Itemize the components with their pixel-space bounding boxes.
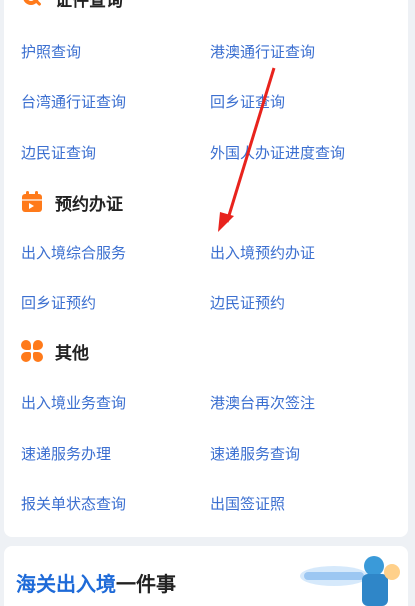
section-title-appointment: 预约办证 (55, 194, 123, 215)
other-customs-declaration-link[interactable]: 报关单状态查询 (21, 493, 126, 514)
search-icon (21, 0, 43, 9)
banner-illustration (300, 556, 400, 606)
appointment-home-return-link[interactable]: 回乡证预约 (21, 292, 96, 313)
query-passport-link[interactable]: 护照查询 (21, 41, 81, 62)
other-business-query-link[interactable]: 出入境业务查询 (21, 392, 126, 413)
section-title-query: 证件查询 (55, 0, 123, 11)
other-re-endorsement-link[interactable]: 港澳台再次签注 (210, 392, 315, 413)
appointment-border-resident-link[interactable]: 边民证预约 (210, 292, 285, 313)
appointment-entry-exit-services-link[interactable]: 出入境综合服务 (21, 242, 126, 263)
query-taiwan-permit-link[interactable]: 台湾通行证查询 (21, 91, 126, 112)
section-header-other: 其他 (21, 337, 89, 365)
apps-grid-icon (21, 340, 43, 362)
query-home-return-permit-link[interactable]: 回乡证查询 (210, 91, 285, 112)
banner-title-highlight: 海关出入境 (16, 572, 116, 596)
other-express-query-link[interactable]: 速递服务查询 (210, 443, 300, 464)
calendar-icon (21, 191, 43, 213)
query-border-resident-link[interactable]: 边民证查询 (21, 142, 96, 163)
banner-title: 海关出入境一件事 (16, 568, 176, 597)
other-visa-photo-link[interactable]: 出国签证照 (210, 493, 285, 514)
banner-title-rest: 一件事 (116, 572, 176, 596)
appointment-entry-exit-booking-link[interactable]: 出入境预约办证 (210, 242, 315, 263)
section-header-appointment: 预约办证 (21, 188, 123, 216)
query-hk-macao-permit-link[interactable]: 港澳通行证查询 (210, 41, 315, 62)
section-header-query: 证件查询 (21, 0, 123, 12)
services-card: 证件查询 护照查询 港澳通行证查询 台湾通行证查询 回乡证查询 边民证查询 外国… (4, 0, 408, 537)
customs-banner[interactable]: 海关出入境一件事 (4, 546, 408, 606)
section-title-other: 其他 (55, 343, 89, 364)
other-express-apply-link[interactable]: 速递服务办理 (21, 443, 111, 464)
query-foreigner-progress-link[interactable]: 外国人办证进度查询 (210, 142, 345, 163)
